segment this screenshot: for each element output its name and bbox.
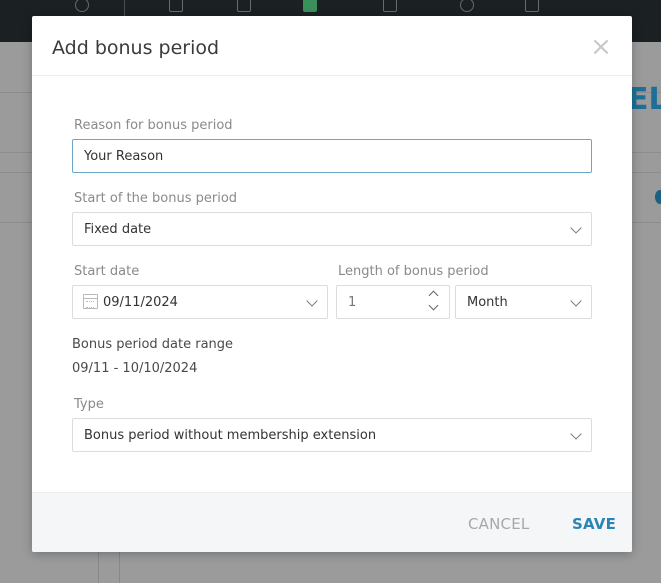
background-avatar: [655, 190, 661, 204]
toolbar-divider: [124, 0, 125, 16]
chevron-down-icon: [306, 295, 318, 307]
calendar-icon[interactable]: [383, 0, 397, 12]
id-card-icon[interactable]: [303, 0, 317, 12]
length-label: Length of bonus period: [338, 264, 489, 279]
reason-input-value: Your Reason: [84, 149, 164, 164]
calendar-icon: [83, 294, 98, 309]
start-date-picker[interactable]: 09/11/2024: [72, 285, 328, 319]
close-button[interactable]: ×: [590, 34, 612, 60]
save-button[interactable]: SAVE: [572, 515, 616, 533]
start-type-value: Fixed date: [84, 222, 152, 237]
start-date-value: 09/11/2024: [103, 295, 178, 310]
background-brand-logo: EL: [628, 82, 661, 117]
dialog-footer: CANCEL SAVE: [32, 492, 632, 552]
type-value: Bonus period without membership extensio…: [84, 428, 377, 443]
background-column-divider: [119, 552, 120, 583]
start-type-select[interactable]: Fixed date: [72, 212, 592, 246]
add-bonus-period-dialog: Add bonus period × Reason for bonus peri…: [32, 16, 632, 552]
type-label: Type: [74, 397, 104, 412]
length-number-input[interactable]: 1: [336, 285, 450, 319]
chevron-down-icon: [570, 222, 582, 234]
euro-icon[interactable]: [460, 0, 474, 12]
decrement-icon[interactable]: [428, 300, 439, 311]
date-range-value: 09/11 - 10/10/2024: [72, 361, 198, 376]
grid-icon[interactable]: [169, 0, 183, 12]
length-unit-select[interactable]: Month: [455, 285, 592, 319]
star-icon[interactable]: [75, 0, 89, 12]
more-icon[interactable]: ···: [586, 0, 602, 8]
reason-input[interactable]: Your Reason: [72, 139, 592, 173]
increment-icon[interactable]: [428, 290, 439, 301]
chevron-down-icon: [570, 295, 582, 307]
start-date-label: Start date: [74, 264, 140, 279]
type-select[interactable]: Bonus period without membership extensio…: [72, 418, 592, 452]
start-type-label: Start of the bonus period: [74, 191, 238, 206]
length-value: 1: [348, 295, 357, 310]
date-range-label: Bonus period date range: [72, 337, 234, 352]
dialog-header: Add bonus period ×: [32, 16, 632, 76]
length-unit-value: Month: [467, 295, 508, 310]
dialog-title: Add bonus period: [52, 37, 220, 59]
cancel-button[interactable]: CANCEL: [468, 515, 529, 533]
sliders-icon[interactable]: [525, 0, 539, 12]
background-column-divider: [98, 552, 99, 583]
reason-label: Reason for bonus period: [74, 118, 233, 133]
users-icon[interactable]: [237, 0, 251, 12]
chevron-down-icon: [570, 428, 582, 440]
